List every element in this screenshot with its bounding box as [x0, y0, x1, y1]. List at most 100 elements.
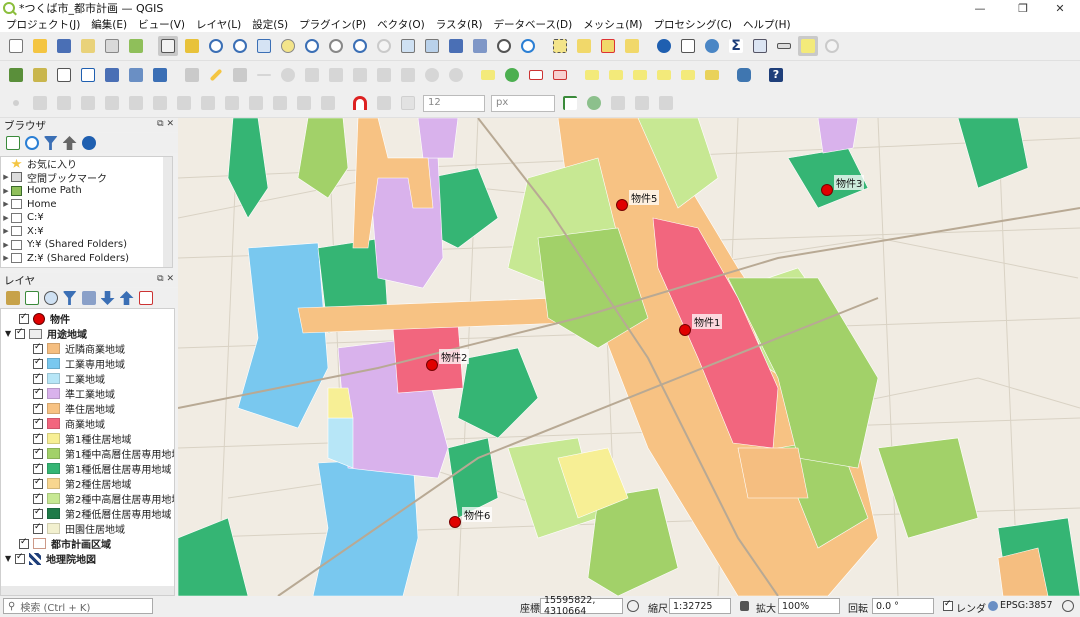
legend-class-row[interactable]: 準工業地域	[33, 386, 115, 401]
class-checkbox[interactable]	[33, 447, 43, 459]
class-checkbox[interactable]	[33, 432, 43, 444]
zoom-next-icon[interactable]	[374, 36, 394, 56]
label-highlight-icon[interactable]	[582, 65, 602, 85]
snapping-magnet-icon[interactable]	[350, 93, 370, 113]
browser-item-c-drive[interactable]: ▶ C:¥	[1, 211, 172, 225]
coordinate-field[interactable]: 15595822, 4310664	[540, 595, 623, 617]
messages-icon[interactable]	[1062, 600, 1074, 612]
class-checkbox[interactable]	[33, 417, 43, 429]
add-xyz-layer-icon[interactable]	[150, 65, 170, 85]
cut-features-icon[interactable]	[350, 65, 370, 85]
avoid-overlap-icon[interactable]	[608, 93, 628, 113]
layer-zoning[interactable]: ▼ 用途地域	[5, 326, 87, 342]
class-checkbox[interactable]	[33, 507, 43, 519]
label-pin-icon[interactable]	[526, 65, 546, 85]
collapse-all-icon[interactable]	[62, 136, 77, 150]
menu-view[interactable]: ビュー(V)	[138, 17, 185, 32]
self-snapping-icon[interactable]	[656, 93, 676, 113]
simplify-icon[interactable]	[270, 93, 290, 113]
pan-to-selection-icon[interactable]	[182, 36, 202, 56]
zoom-last-icon[interactable]	[350, 36, 370, 56]
browser-item-favorites[interactable]: お気に入り	[1, 157, 172, 171]
legend-class-row[interactable]: 第1種低層住居専用地域	[33, 461, 171, 476]
select-location-icon[interactable]	[622, 36, 642, 56]
class-checkbox[interactable]	[33, 372, 43, 384]
legend-class-row[interactable]: 近隣商業地域	[33, 341, 125, 356]
layer-visibility-checkbox[interactable]	[15, 552, 25, 564]
map-canvas[interactable]: 物件1 物件2 物件3 物件5 物件6	[178, 118, 1080, 596]
class-checkbox[interactable]	[33, 357, 43, 369]
class-checkbox[interactable]	[33, 477, 43, 489]
menu-raster[interactable]: ラスタ(R)	[436, 17, 483, 32]
property-marker-1[interactable]	[679, 324, 691, 336]
expand-arrow-icon[interactable]: ▶	[1, 200, 11, 208]
zoom-full-icon[interactable]	[254, 36, 274, 56]
help-contents-icon[interactable]: ?	[766, 65, 786, 85]
class-checkbox[interactable]	[33, 522, 43, 534]
merge-features-icon[interactable]	[222, 93, 242, 113]
legend-class-row[interactable]: 第1種住居地域	[33, 431, 131, 446]
layer-city-planning-area[interactable]: 都市計画区域	[19, 536, 111, 551]
collapse-arrow-icon[interactable]: ▼	[5, 329, 15, 338]
expand-arrow-icon[interactable]: ▶	[1, 254, 11, 262]
layer-basemap[interactable]: ▼ 地理院地図	[5, 551, 96, 567]
digitize-line-icon[interactable]	[254, 65, 274, 85]
modify-attributes-icon[interactable]	[302, 65, 322, 85]
style-manager-icon[interactable]	[126, 36, 146, 56]
new-print-layout-icon[interactable]	[78, 36, 98, 56]
fill-ring-icon[interactable]	[78, 93, 98, 113]
legend-class-row[interactable]: 準住居地域	[33, 401, 115, 416]
open-project-icon[interactable]	[30, 36, 50, 56]
manage-map-themes-icon[interactable]	[43, 291, 58, 305]
select-by-value-icon[interactable]	[574, 36, 594, 56]
label-properties-icon[interactable]	[654, 65, 674, 85]
save-project-icon[interactable]	[54, 36, 74, 56]
expand-arrow-icon[interactable]: ▶	[1, 241, 11, 249]
add-ring-icon[interactable]	[30, 93, 50, 113]
zoom-out-icon[interactable]	[230, 36, 250, 56]
add-delimited-text-icon[interactable]	[78, 65, 98, 85]
browser-item-bookmarks[interactable]: ▶ 空間ブックマーク	[1, 171, 172, 185]
menu-mesh[interactable]: メッシュ(M)	[583, 17, 642, 32]
minimize-icon[interactable]: —	[960, 0, 1000, 16]
layer-tree-h-scrollbar[interactable]	[1, 586, 174, 595]
class-checkbox[interactable]	[33, 462, 43, 474]
crs-globe-icon[interactable]	[988, 601, 998, 611]
measure-line-icon[interactable]	[774, 36, 794, 56]
new-project-icon[interactable]	[6, 36, 26, 56]
add-wms-layer-icon[interactable]	[102, 65, 122, 85]
browser-item-y-drive[interactable]: ▶ Y:¥ (Shared Folders)	[1, 238, 172, 252]
browser-scrollbar[interactable]	[163, 157, 172, 267]
browser-item-x-drive[interactable]: ▶ X:¥	[1, 225, 172, 239]
trim-extend-icon[interactable]	[294, 93, 314, 113]
label-callout-icon[interactable]	[702, 65, 722, 85]
browser-item-home-path[interactable]: ▶ Home Path	[1, 184, 172, 198]
save-edits-icon[interactable]	[230, 65, 250, 85]
legend-class-row[interactable]: 第2種低層住居専用地域	[33, 506, 171, 521]
statistics-sigma-icon[interactable]: Σ	[726, 36, 746, 56]
toggle-editing-icon[interactable]	[206, 65, 226, 85]
tracing-icon[interactable]	[560, 93, 580, 113]
label-hide-icon[interactable]	[550, 65, 570, 85]
zoom-in-icon[interactable]	[206, 36, 226, 56]
show-bookmarks-icon[interactable]	[470, 36, 490, 56]
snap-tolerance-icon[interactable]	[398, 93, 418, 113]
rotation-field[interactable]: 0.0 °	[872, 598, 934, 614]
scale-field[interactable]: 1:32725	[669, 598, 731, 614]
new-bookmark-icon[interactable]	[446, 36, 466, 56]
property-marker-3[interactable]	[821, 184, 833, 196]
lock-scale-icon[interactable]	[740, 601, 749, 611]
add-vector-layer-icon[interactable]	[30, 65, 50, 85]
remove-layer-icon[interactable]	[138, 291, 153, 305]
refresh-icon[interactable]	[518, 36, 538, 56]
expand-arrow-icon[interactable]: ▶	[1, 214, 11, 222]
zoom-to-layer-icon[interactable]	[302, 36, 322, 56]
menu-layer[interactable]: レイヤ(L)	[196, 17, 241, 32]
legend-class-row[interactable]: 第2種中高層住居専用地域	[33, 491, 174, 506]
filter-icon[interactable]	[43, 136, 58, 150]
layer-visibility-checkbox[interactable]	[19, 537, 29, 549]
pan-tool-icon[interactable]	[158, 36, 178, 56]
magnifier-field[interactable]: 100%	[778, 598, 840, 614]
current-edits-icon[interactable]	[182, 65, 202, 85]
layout-manager-icon[interactable]	[102, 36, 122, 56]
